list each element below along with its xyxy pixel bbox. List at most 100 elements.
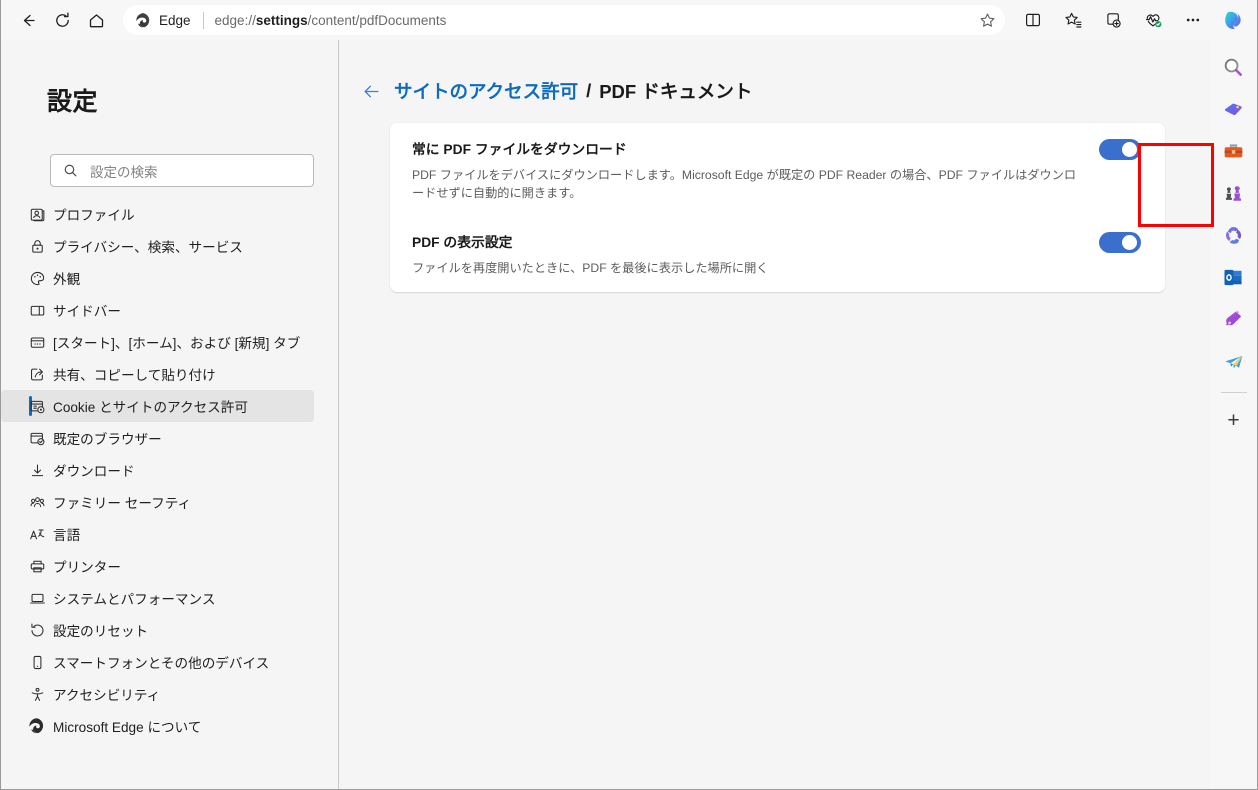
collections-icon[interactable] [1096,5,1130,35]
back-arrow-icon[interactable] [360,80,382,102]
sidebar-item-label: Cookie とサイトのアクセス許可 [53,396,248,416]
sidebar-item-family-safety[interactable]: ファミリー セーフティ [1,486,314,518]
refresh-button[interactable] [45,5,79,35]
settings-content: サイトのアクセス許可 / PDF ドキュメント 常に PDF ファイルをダウンロ… [340,40,1212,789]
lock-icon [27,236,47,256]
sidebar-item-label: 言語 [53,524,80,544]
sidebar-item-label: プロファイル [53,204,135,224]
sidebar-item-appearance[interactable]: 外観 [1,262,314,294]
system-icon [27,588,47,608]
tools-icon[interactable] [1217,134,1251,168]
sidebar-item-label: Microsoft Edge について [53,716,201,736]
breadcrumb-separator: / [586,80,591,102]
customize-sidebar-button[interactable]: + [1217,403,1251,437]
sidebar-item-label: 既定のブラウザー [53,428,162,448]
url-text: edge://settings/content/pdfDocuments [215,13,973,28]
setting-title: 常に PDF ファイルをダウンロード [412,138,1079,158]
microsoft365-icon[interactable] [1217,218,1251,252]
default-browser-icon [27,428,47,448]
pdf-view-settings-toggle[interactable] [1099,232,1141,253]
sidebar-item-phone-other-devices[interactable]: スマートフォンとその他のデバイス [1,646,314,678]
address-bar[interactable]: Edge edge://settings/content/pdfDocument… [123,5,1005,35]
edge-site-badge: Edge [135,12,191,29]
games-icon[interactable] [1217,176,1251,210]
start-tab-icon [27,332,47,352]
sidebar-item-label: アクセシビリティ [53,684,160,704]
sidebar-item-label: 設定のリセット [53,620,148,640]
search-icon[interactable] [1217,50,1251,84]
sidebar-item-cookies-site-permissions[interactable]: Cookie とサイトのアクセス許可 [1,390,314,422]
search-icon [63,163,78,178]
sidebar-item-label: プリンター [53,556,121,576]
sidebar-item-accessibility[interactable]: アクセシビリティ [1,678,314,710]
sidebar-item-privacy[interactable]: プライバシー、検索、サービス [1,230,314,262]
favorites-icon[interactable] [1056,5,1090,35]
search-input[interactable]: 設定の検索 [50,154,314,187]
sidebar-item-printers[interactable]: プリンター [1,550,314,582]
share-icon [27,364,47,384]
browser-essentials-icon[interactable] [1136,5,1170,35]
search-placeholder: 設定の検索 [90,161,158,181]
split-screen-icon[interactable] [1016,5,1050,35]
settings-nav-list: プロファイル プライバシー、検索、サービス [1,198,339,742]
sidebar-panel-icon [27,300,47,320]
download-icon [27,460,47,480]
setting-texts: 常に PDF ファイルをダウンロード PDF ファイルをデバイスにダウンロードし… [412,138,1099,202]
page-title: 設定 [47,82,98,118]
sidebar-item-label: プライバシー、検索、サービス [53,236,243,256]
setting-row-pdf-view-settings: PDF の表示設定 ファイルを再度開いたときに、PDF を最後に表示した場所に開… [390,216,1165,292]
sidebar-item-profile[interactable]: プロファイル [1,198,314,230]
sidebar-item-sidebar[interactable]: サイドバー [1,294,314,326]
settings-sidebar: 設定 設定の検索 プロファイル [1,40,339,789]
accessibility-icon [27,684,47,704]
copilot-icon[interactable] [1216,5,1250,35]
breadcrumb: サイトのアクセス許可 / PDF ドキュメント [360,78,752,104]
sidebar-item-share-copy-paste[interactable]: 共有、コピーして貼り付け [1,358,314,390]
browser-toolbar: Edge edge://settings/content/pdfDocument… [1,0,1258,40]
setting-row-always-download-pdf: 常に PDF ファイルをダウンロード PDF ファイルをデバイスにダウンロードし… [390,123,1165,216]
breadcrumb-current: PDF ドキュメント [599,78,752,104]
designer-icon[interactable] [1217,302,1251,336]
home-button[interactable] [79,5,113,35]
sidebar-item-label: スマートフォンとその他のデバイス [53,652,269,672]
always-download-pdf-toggle[interactable] [1099,139,1141,160]
edge-logo-icon [135,12,152,29]
more-options-icon[interactable] [1176,5,1210,35]
drop-icon[interactable] [1217,344,1251,378]
sidebar-item-label: ファミリー セーフティ [53,492,191,512]
setting-description: ファイルを再度開いたときに、PDF を最後に表示した場所に開く [412,260,1079,278]
omnibox-divider [203,12,204,29]
sidebar-item-label: ダウンロード [53,460,135,480]
toggle-knob [1122,142,1137,157]
sidebar-item-about-edge[interactable]: Microsoft Edge について [1,710,314,742]
sidebar-item-reset-settings[interactable]: 設定のリセット [1,614,314,646]
back-button[interactable] [11,5,45,35]
palette-icon [27,268,47,288]
edgebar-divider [1221,392,1247,393]
setting-description: PDF ファイルをデバイスにダウンロードします。Microsoft Edge が… [412,167,1079,202]
cookie-settings-icon [27,396,47,416]
edge-logo-icon [27,716,47,736]
outlook-icon[interactable] [1217,260,1251,294]
shopping-tag-icon[interactable] [1217,92,1251,126]
sidebar-item-languages[interactable]: 言語 [1,518,314,550]
sidebar-item-system-performance[interactable]: システムとパフォーマンス [1,582,314,614]
add-favorite-icon[interactable] [973,7,1001,33]
setting-title: PDF の表示設定 [412,231,1079,251]
breadcrumb-parent-link[interactable]: サイトのアクセス許可 [394,78,578,104]
sidebar-item-downloads[interactable]: ダウンロード [1,454,314,486]
reset-icon [27,620,47,640]
printer-icon [27,556,47,576]
sidebar-item-label: システムとパフォーマンス [53,588,215,608]
language-icon [27,524,47,544]
browser-window: Edge edge://settings/content/pdfDocument… [0,0,1258,790]
sidebar-item-label: 共有、コピーして貼り付け [53,364,216,384]
family-icon [27,492,47,512]
sidebar-item-label: 外観 [53,268,80,288]
sidebar-item-default-browser[interactable]: 既定のブラウザー [1,422,314,454]
phone-icon [27,652,47,672]
edge-badge-label: Edge [159,13,191,28]
sidebar-item-start-home-new-tab[interactable]: [スタート]、[ホーム]、および [新規] タブ [1,326,314,358]
profile-icon [27,204,47,224]
settings-card: 常に PDF ファイルをダウンロード PDF ファイルをデバイスにダウンロードし… [390,123,1165,292]
